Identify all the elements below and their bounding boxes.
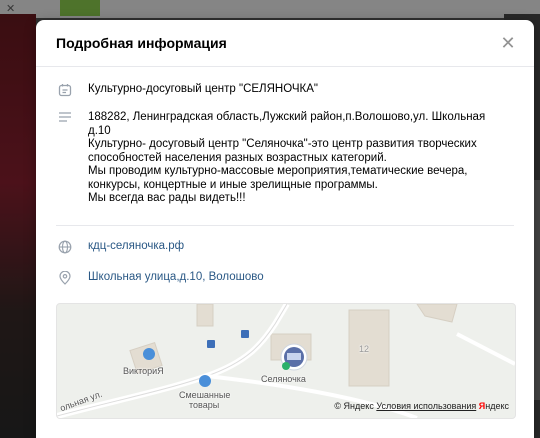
map-widget[interactable]: ВикториЯ Селяночка Смешанные товары ольн… <box>56 302 516 419</box>
text-lines-icon <box>56 111 74 123</box>
map-label-shop-line1: Смешанные <box>179 389 231 400</box>
map-label-victoria: ВикториЯ <box>123 365 164 376</box>
modal-header: Подробная информация ✕ <box>36 20 534 67</box>
divider <box>56 224 514 226</box>
map-copyright: © Яндекс Условия использования Яндекс <box>334 401 509 411</box>
org-name: Культурно-досуговый центр "СЕЛЯНОЧКА" <box>88 83 319 95</box>
org-name-row: Культурно-досуговый центр "СЕЛЯНОЧКА" <box>56 83 514 97</box>
address-link[interactable]: Школьная улица,д.10, Волошово <box>88 271 264 283</box>
description-text: 188282, Ленинградская область,Лужский ра… <box>88 111 485 206</box>
community-icon <box>56 83 74 97</box>
description-line: д.10 <box>88 124 111 137</box>
address-row: Школьная улица,д.10, Волошово <box>56 270 514 285</box>
description-line: Культурно- досуговый центр "Селяночка"-э… <box>88 138 477 150</box>
description-line: способностей населения разных возрастных… <box>88 151 387 164</box>
globe-icon <box>56 240 74 254</box>
modal-body: Культурно-досуговый центр "СЕЛЯНОЧКА" 18… <box>36 67 534 419</box>
description-line: Мы проводим культурно-массовые мероприят… <box>88 165 468 177</box>
description-line: конкурсы, концертные и иные зрелищные пр… <box>88 178 378 191</box>
map-terms-link[interactable]: Условия использования <box>376 401 476 411</box>
close-icon[interactable]: ✕ <box>498 33 518 53</box>
yandex-logo-rest: ндекс <box>485 400 509 411</box>
map-label-shop-line2: товары <box>189 399 220 410</box>
yandex-logo[interactable]: Яндекс <box>479 401 509 411</box>
website-link[interactable]: кдц-селяночка.рф <box>88 240 184 252</box>
details-modal: Подробная информация ✕ Культурно-досугов… <box>36 20 534 438</box>
map-label-selyanochka: Селяночка <box>261 373 306 384</box>
location-pin-icon <box>56 270 74 285</box>
description-line: 188282, Ленинградская область,Лужский ра… <box>88 111 486 123</box>
map-label-house-number: 12 <box>359 343 370 354</box>
description-row: 188282, Ленинградская область,Лужский ра… <box>56 111 514 206</box>
map-copyright-prefix: © Яндекс <box>334 400 374 411</box>
website-row: кдц-селяночка.рф <box>56 240 514 254</box>
modal-title: Подробная информация <box>56 35 227 51</box>
description-line: Мы всегда вас рады видеть!!! <box>88 192 246 204</box>
